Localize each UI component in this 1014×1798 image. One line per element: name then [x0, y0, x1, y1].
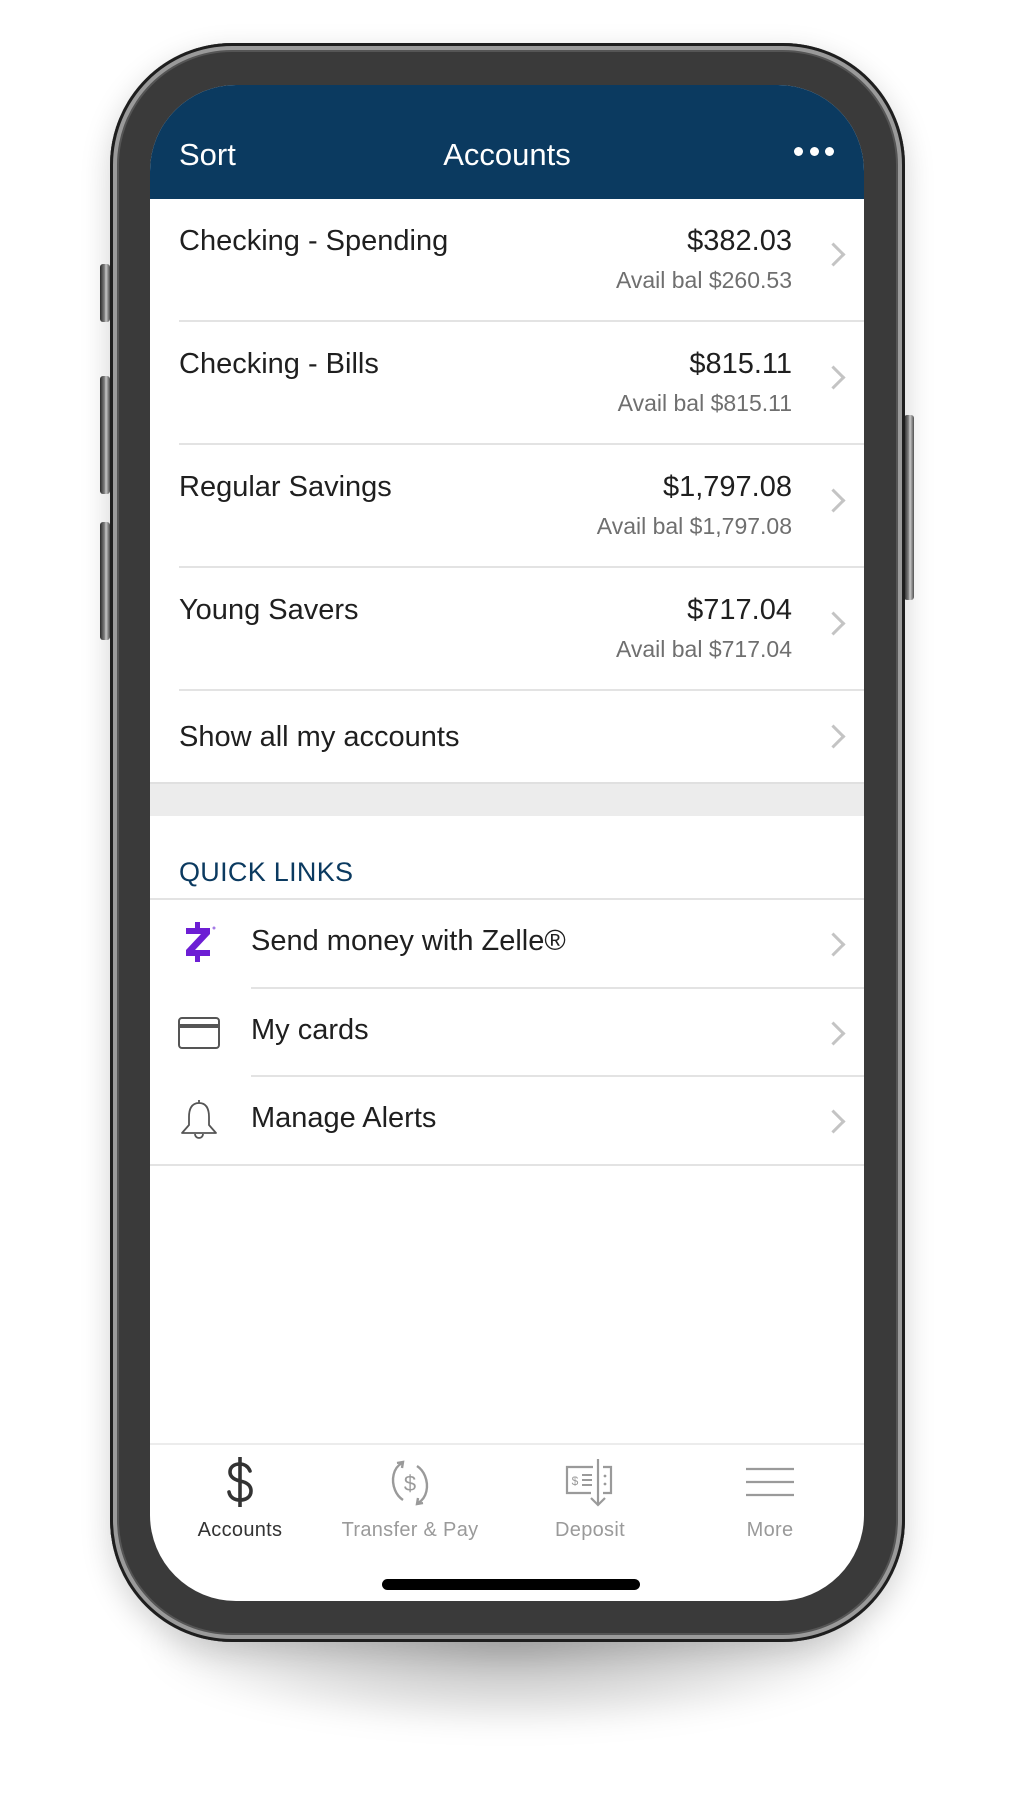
- quick-link-label: Manage Alerts: [251, 1102, 437, 1134]
- silent-switch: [100, 264, 110, 322]
- account-name: Checking - Bills: [179, 348, 379, 380]
- more-options-icon[interactable]: [794, 145, 834, 157]
- section-separator: [150, 782, 864, 816]
- tab-label: More: [746, 1519, 794, 1541]
- volume-up-button: [100, 376, 110, 494]
- chevron-right-icon: [821, 1109, 846, 1134]
- zelle-icon: [186, 922, 216, 962]
- power-button: [904, 415, 914, 600]
- account-balance: $1,797.08: [662, 471, 792, 503]
- quick-link-zelle[interactable]: Send money with Zelle®: [150, 900, 864, 988]
- svg-text:$: $: [572, 1474, 579, 1488]
- quick-link-label: My cards: [251, 1014, 369, 1046]
- home-indicator[interactable]: [382, 1579, 640, 1590]
- tab-transfer-pay[interactable]: $ Transfer & Pay: [320, 1447, 500, 1557]
- phone-screen: Sort Accounts Checking - Spending $382.0…: [150, 85, 864, 1601]
- chevron-right-icon: [821, 242, 846, 267]
- tab-label: Accounts: [197, 1519, 283, 1541]
- account-name: Checking - Spending: [179, 225, 449, 257]
- hamburger-menu-icon: [746, 1467, 794, 1497]
- chevron-right-icon: [821, 488, 846, 513]
- check-deposit-icon: $: [565, 1459, 613, 1507]
- show-all-accounts-row[interactable]: Show all my accounts: [150, 691, 864, 782]
- chevron-right-icon: [821, 724, 846, 749]
- account-balance: $382.03: [687, 225, 792, 257]
- quick-links-title: QUICK LINKS: [179, 857, 354, 887]
- account-row[interactable]: Young Savers $717.04 Avail bal $717.04: [150, 568, 864, 691]
- account-row[interactable]: Checking - Spending $382.03 Avail bal $2…: [150, 199, 864, 322]
- volume-down-button: [100, 522, 110, 640]
- account-name: Young Savers: [179, 594, 359, 626]
- tab-deposit[interactable]: $ Deposit: [500, 1447, 680, 1557]
- tab-accounts[interactable]: Accounts: [150, 1447, 330, 1557]
- credit-card-icon: [178, 1017, 220, 1049]
- account-row[interactable]: Checking - Bills $815.11 Avail bal $815.…: [150, 322, 864, 445]
- account-available-balance: Avail bal $815.11: [617, 390, 792, 416]
- chevron-right-icon: [821, 365, 846, 390]
- tab-label: Transfer & Pay: [341, 1519, 479, 1541]
- tab-more[interactable]: More: [680, 1447, 860, 1557]
- account-available-balance: Avail bal $260.53: [615, 267, 792, 293]
- dollar-icon: [227, 1457, 253, 1507]
- transfer-cycle-icon: $: [391, 1460, 429, 1506]
- chevron-right-icon: [821, 932, 846, 957]
- account-available-balance: Avail bal $1,797.08: [596, 513, 792, 539]
- chevron-right-icon: [821, 611, 846, 636]
- account-balance: $815.11: [689, 348, 792, 380]
- row-divider: [150, 1164, 864, 1166]
- tab-label: Deposit: [555, 1519, 625, 1541]
- chevron-right-icon: [821, 1021, 846, 1046]
- bell-icon: [181, 1100, 217, 1139]
- nav-header: Sort Accounts: [150, 85, 864, 199]
- quick-link-manage-alerts[interactable]: Manage Alerts: [150, 1077, 864, 1165]
- quick-link-my-cards[interactable]: My cards: [150, 989, 864, 1077]
- tabbar-divider: [150, 1443, 864, 1445]
- account-name: Regular Savings: [179, 471, 392, 503]
- svg-text:$: $: [404, 1471, 416, 1496]
- account-available-balance: Avail bal $717.04: [615, 636, 792, 662]
- quick-link-label: Send money with Zelle®: [251, 925, 566, 957]
- page-title: Accounts: [443, 137, 571, 172]
- show-all-accounts-label: Show all my accounts: [179, 721, 460, 753]
- account-balance: $717.04: [687, 594, 792, 626]
- account-row[interactable]: Regular Savings $1,797.08 Avail bal $1,7…: [150, 445, 864, 568]
